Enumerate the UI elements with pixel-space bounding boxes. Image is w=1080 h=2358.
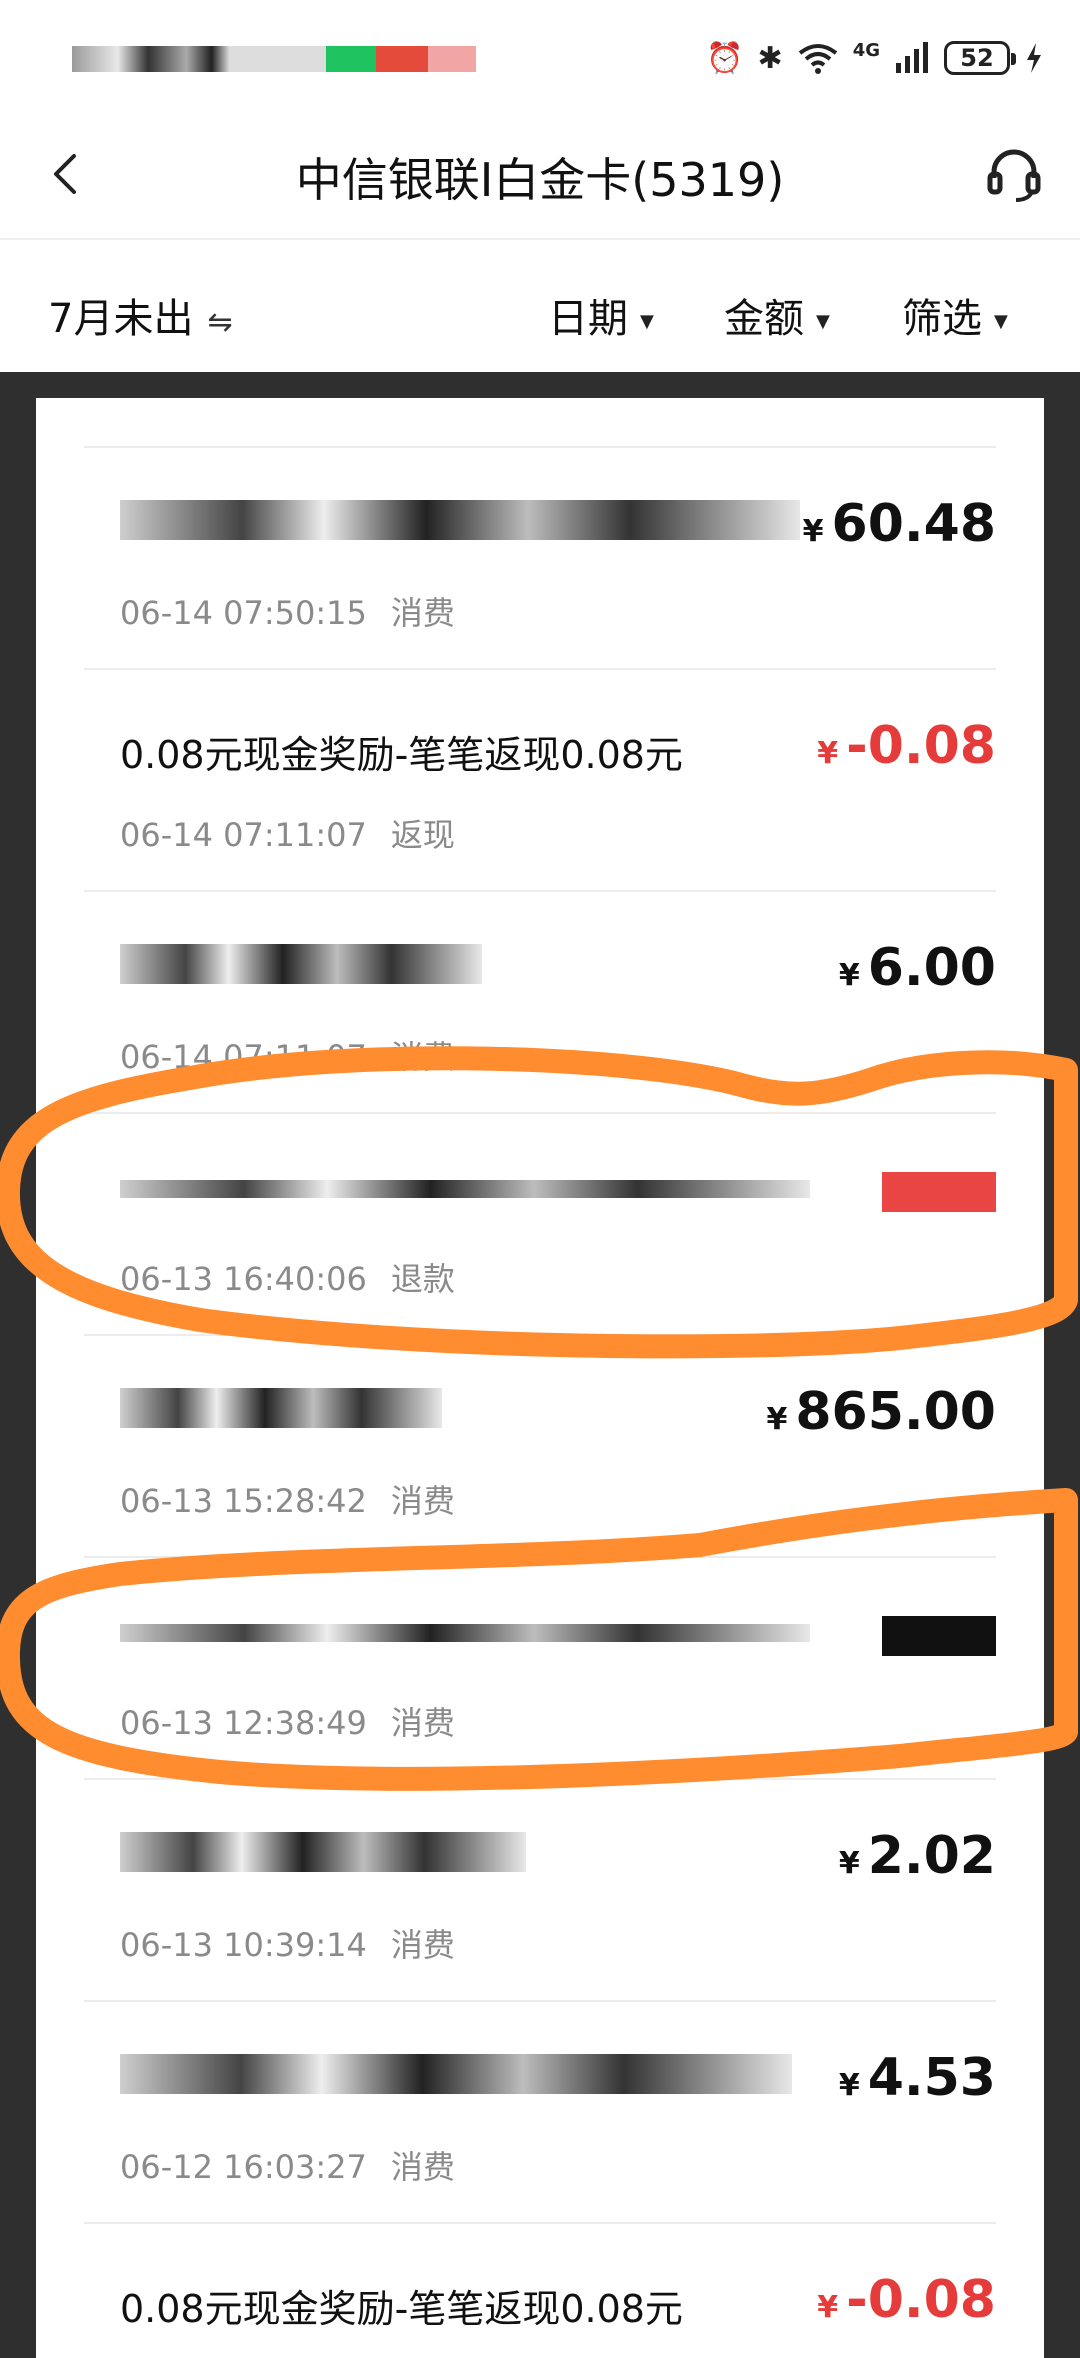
- headset-icon[interactable]: [984, 144, 1044, 204]
- currency-symbol: ¥: [838, 958, 860, 993]
- sort-by-date-label: 日期: [548, 296, 628, 342]
- list-item[interactable]: 0.08元现金奖励-笔笔返现0.08元 ¥ -0.08 06-14 07:11:0…: [84, 668, 996, 890]
- transaction-type: 消费: [390, 1038, 455, 1076]
- transaction-time: 06-13 15:28:42: [120, 1482, 367, 1520]
- app-header: 中信银联I白金卡(5319): [0, 110, 1080, 240]
- transaction-time: 06-14 07:50:15: [120, 594, 367, 632]
- amount-value: 2.02: [867, 1826, 996, 1886]
- transaction-amount: ¥60.48: [803, 494, 996, 554]
- transaction-meta: 06-14 07:11:07 返现: [120, 810, 455, 856]
- amount-value: 4.53: [867, 2048, 996, 2108]
- currency-symbol: ¥: [838, 1846, 860, 1881]
- list-item[interactable]: ¥2.02 06-13 10:39:14 消费: [84, 1778, 996, 2000]
- filter-button[interactable]: 筛选 ▼: [902, 286, 1008, 344]
- list-item[interactable]: 06-13 12:38:49 消费: [84, 1556, 996, 1778]
- transaction-amount: ¥ -0.08: [817, 716, 996, 776]
- transaction-meta: 06-13 15:28:42 消费: [120, 1476, 455, 1522]
- filter-bar: 7月未出 ⇋ 日期 ▼ 金额 ▼ 筛选 ▼: [0, 240, 1080, 372]
- transaction-time: 06-14 07:11:07: [120, 816, 367, 854]
- transaction-list: ¥60.48 06-14 07:50:15 消费 0.08元现金奖励-笔笔返现0.…: [36, 398, 1044, 2358]
- filter-label: 筛选: [902, 296, 982, 342]
- alarm-icon: ⏰: [706, 40, 744, 76]
- merchant-name-blurred: [120, 944, 482, 984]
- merchant-name-blurred: [120, 1624, 810, 1642]
- transaction-time: 06-13 10:39:14: [120, 1926, 367, 1964]
- transaction-time: 06-13 12:38:49: [120, 1704, 367, 1742]
- transaction-type: 消费: [390, 1926, 455, 1964]
- list-item[interactable]: ¥6.00 06-14 07:11:07 消费: [84, 890, 996, 1112]
- transaction-amount: ¥4.53: [839, 2048, 996, 2108]
- list-item[interactable]: 06-13 16:40:06 退款: [84, 1112, 996, 1334]
- transaction-meta: 06-14 07:11:07 消费: [120, 1032, 455, 1078]
- transaction-amount: ¥2.02: [839, 1826, 996, 1886]
- status-bar-notifications-blurred-3: [376, 46, 428, 72]
- transaction-type: 消费: [390, 594, 455, 632]
- currency-symbol: ¥: [802, 514, 824, 549]
- list-item[interactable]: ¥4.53 06-12 16:03:27 消费: [84, 2000, 996, 2222]
- merchant-name-blurred: [120, 1388, 442, 1428]
- amount-value: 60.48: [831, 494, 996, 554]
- transaction-amount: ¥6.00: [839, 938, 996, 998]
- merchant-name-blurred: [120, 2054, 792, 2094]
- amount-value: -0.08: [846, 2270, 996, 2330]
- sort-by-amount-button[interactable]: 金额 ▼: [724, 286, 830, 344]
- transaction-amount: ¥865.00: [766, 1382, 996, 1442]
- transaction-description: 0.08元现金奖励-笔笔返现0.08元: [120, 733, 683, 777]
- bluetooth-icon: ✱: [757, 40, 783, 76]
- transaction-meta: 06-13 10:39:14 消费: [120, 1920, 455, 1966]
- network-type: 4G: [852, 39, 880, 61]
- caret-down-icon: ▼: [816, 310, 830, 332]
- status-bar-notifications-blurred-2: [326, 46, 376, 72]
- amount-redacted: [882, 1616, 996, 1656]
- page-title: 中信银联I白金卡(5319): [295, 153, 785, 207]
- list-item[interactable]: 0.08元现金奖励-笔笔返现0.08元 ¥ -0.08: [84, 2222, 996, 2358]
- transaction-meta: 06-12 16:03:27 消费: [120, 2142, 455, 2188]
- battery-indicator: 52: [944, 41, 1016, 75]
- merchant-name-blurred: [120, 1180, 810, 1198]
- transaction-type: 消费: [390, 2148, 455, 2186]
- transaction-amount: ¥ -0.08: [817, 2270, 996, 2330]
- battery-level: 52: [960, 44, 994, 72]
- transaction-type: 消费: [390, 1704, 455, 1742]
- signal-icon: [896, 42, 928, 73]
- status-bar: ⏰ ✱ 4G 52: [0, 0, 1080, 110]
- list-item[interactable]: [84, 398, 996, 430]
- transaction-type: 返现: [390, 816, 455, 854]
- status-bar-notifications-blurred: [72, 46, 326, 72]
- status-bar-notifications-blurred-4: [428, 46, 476, 72]
- currency-symbol: ¥: [766, 1402, 788, 1437]
- merchant-name-blurred: [120, 1832, 526, 1872]
- currency-symbol: ¥: [817, 2290, 839, 2325]
- list-item[interactable]: ¥865.00 06-13 15:28:42 消费: [84, 1334, 996, 1556]
- transaction-description: 0.08元现金奖励-笔笔返现0.08元: [120, 2287, 683, 2331]
- amount-value: 6.00: [867, 938, 996, 998]
- transaction-time: 06-13 16:40:06: [120, 1260, 367, 1298]
- billing-period-label: 7月未出: [48, 296, 194, 342]
- amount-redacted: [882, 1172, 996, 1212]
- transaction-type: 消费: [390, 1482, 455, 1520]
- transaction-time: 06-12 16:03:27: [120, 2148, 367, 2186]
- charging-icon: [1027, 43, 1041, 73]
- caret-down-icon: ▼: [994, 310, 1008, 332]
- switch-arrows-icon: ⇋: [207, 305, 233, 340]
- sort-by-date-button[interactable]: 日期 ▼: [548, 286, 654, 344]
- merchant-name-blurred: [120, 500, 800, 540]
- status-icons: ⏰ ✱ 4G 52: [706, 36, 1044, 80]
- transaction-type: 退款: [390, 1260, 455, 1298]
- caret-down-icon: ▼: [640, 310, 654, 332]
- list-item[interactable]: ¥60.48 06-14 07:50:15 消费: [84, 446, 996, 668]
- currency-symbol: ¥: [838, 2068, 860, 2103]
- transaction-meta: 06-13 16:40:06 退款: [120, 1254, 455, 1300]
- transaction-time: 06-14 07:11:07: [120, 1038, 367, 1076]
- amount-value: -0.08: [846, 716, 996, 776]
- amount-value: 865.00: [795, 1382, 996, 1442]
- currency-symbol: ¥: [817, 736, 839, 771]
- transaction-meta: 06-14 07:50:15 消费: [120, 588, 455, 634]
- billing-period-selector[interactable]: 7月未出 ⇋: [48, 286, 233, 344]
- wifi-icon: [798, 44, 837, 74]
- transaction-meta: 06-13 12:38:49 消费: [120, 1698, 455, 1744]
- sort-by-amount-label: 金额: [724, 296, 804, 342]
